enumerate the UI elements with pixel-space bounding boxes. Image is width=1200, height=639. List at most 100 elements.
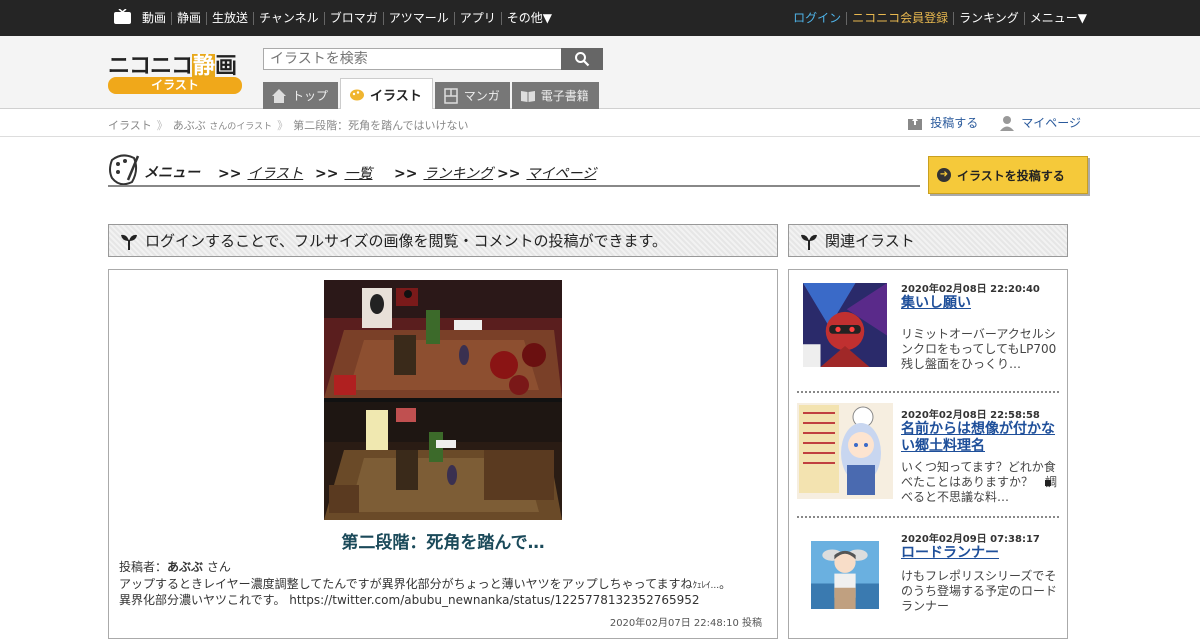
tab-top[interactable]: トップ (263, 82, 339, 109)
menu-link-ranking[interactable]: >> ランキング (394, 163, 493, 183)
related-illust-heading: 関連イラスト (788, 224, 1068, 257)
arrow-right-icon: ➜ (937, 168, 951, 182)
menu-divider (108, 185, 920, 187)
related-item[interactable]: 2020年02月09日 07:38:17 ロードランナー けもフレポリスシリーズ… (797, 527, 1059, 627)
tab-manga[interactable]: マンガ (434, 82, 510, 109)
service-links: 動画 静画 生放送 チャンネル ブロマガ アツマール アプリ その他▼ (137, 0, 557, 36)
post-link-label: 投稿する (930, 116, 979, 130)
search-box (263, 48, 603, 70)
related-title[interactable]: 名前からは想像が付かない郷土料理名 (901, 421, 1061, 455)
nav-blomaga[interactable]: ブロマガ (323, 11, 383, 25)
related-date: 2020年02月08日 22:58:58 (901, 410, 1040, 421)
tab-ebook[interactable]: 電子書籍 (511, 82, 599, 109)
login-link[interactable]: ログイン (788, 11, 846, 25)
menu-link-mypage[interactable]: >> マイページ (497, 163, 596, 183)
search-button[interactable] (561, 48, 603, 70)
description-line-1-end: 。 (719, 577, 732, 591)
logo-wordmark: ニコニコ静画 (108, 54, 237, 79)
related-illust-list: 2020年02月08日 22:20:40 集いし願い リミットオーバーアクセルシ… (788, 269, 1068, 639)
poster-info: 投稿者：あぶぶ さん (119, 558, 231, 575)
related-date: 2020年02月08日 22:20:40 (901, 284, 1040, 295)
sprout-icon (121, 234, 137, 250)
poster-name[interactable]: あぶぶ (167, 560, 203, 574)
search-input[interactable] (263, 48, 562, 70)
top-navigation-bar: 動画 静画 生放送 チャンネル ブロマガ アツマール アプリ その他▼ ログイン… (0, 0, 1200, 36)
breadcrumb-separator: 》 (277, 119, 289, 132)
login-notice-text: ログインすることで、フルサイズの画像を閲覧・コメントの投稿ができます。 (145, 232, 668, 250)
illust-title: 第二段階：死角を踏んで… (341, 533, 545, 553)
illust-image[interactable] (324, 280, 562, 520)
nav-app[interactable]: アプリ (453, 11, 501, 25)
related-thumbnail[interactable] (803, 277, 887, 373)
tab-top-label: トップ (292, 89, 329, 103)
user-actions: 投稿する マイページ (885, 114, 1081, 131)
niconico-tv-icon[interactable] (114, 9, 131, 24)
ranking-link[interactable]: ランキング (953, 11, 1024, 25)
breadcrumb: イラスト 》 あぶぶ さんのイラスト 》 第二段階：死角を踏んではいけない (108, 117, 469, 133)
register-link[interactable]: ニコニコ会員登録 (846, 11, 953, 25)
search-icon (575, 52, 590, 67)
mypage-link[interactable]: マイページ (1000, 114, 1081, 131)
related-divider (797, 391, 1059, 393)
palette-menu-icon (109, 154, 140, 186)
description-line-1: アップするときレイヤー濃度調整してたんですが異界化部分がちょっと薄いヤツをアップ… (119, 577, 693, 591)
nav-channel[interactable]: チャンネル (253, 11, 324, 25)
poster-label: 投稿者： (119, 560, 168, 574)
breadcrumb-user[interactable]: あぶぶ さんのイラスト (173, 117, 272, 133)
illust-menu: メニュー >> イラスト >> 一覧 >> ランキング >> マイページ (108, 150, 920, 190)
tab-ebook-label: 電子書籍 (540, 89, 589, 103)
breadcrumb-separator: 》 (156, 119, 168, 132)
poster-suffix: さん (203, 560, 231, 574)
user-icon (1000, 115, 1015, 131)
posted-timestamp: 2020年02月07日 22:48:10 投稿 (609, 618, 762, 629)
related-item[interactable]: 2020年02月08日 22:20:40 集いし願い リミットオーバーアクセルシ… (797, 277, 1059, 377)
nav-atsumaru[interactable]: アツマール (382, 11, 454, 25)
related-description: リミットオーバーアクセルシンクロをもってしてもLP700残し盤面をひっくり… (901, 327, 1057, 371)
menu-link-illust[interactable]: >> イラスト (218, 163, 303, 183)
description-line-2: 異界化部分濃いヤツこれです。 https://twitter.com/abubu… (119, 593, 700, 607)
upload-icon (908, 116, 923, 130)
account-links: ログイン ニコニコ会員登録 ランキング メニュー▼ (788, 0, 1092, 36)
related-date: 2020年02月09日 07:38:17 (901, 534, 1040, 545)
section-tabs: トップ イラスト マンガ 電子書籍 (263, 78, 601, 109)
related-thumbnail[interactable] (811, 527, 879, 623)
breadcrumb-root[interactable]: イラスト (108, 117, 152, 133)
menu-dropdown[interactable]: メニュー▼ (1023, 11, 1092, 25)
illust-detail: 第二段階：死角を踏んで… 投稿者：あぶぶ さん アップするときレイヤー濃度調整し… (108, 269, 778, 639)
comic-icon (444, 87, 458, 104)
related-title[interactable]: ロードランナー (901, 545, 1061, 562)
related-description: けもフレポリスシリーズでそのうち登場する予定のロードランナー (901, 569, 1058, 613)
nav-live[interactable]: 生放送 (206, 11, 253, 25)
post-illust-button-label: イラストを投稿する (957, 168, 1065, 183)
login-notice-heading: ログインすることで、フルサイズの画像を閲覧・コメントの投稿ができます。 (108, 224, 778, 257)
palette-icon (350, 89, 365, 101)
post-link[interactable]: 投稿する (907, 114, 978, 131)
overlay-marker (1045, 480, 1051, 486)
tab-manga-label: マンガ (463, 89, 500, 103)
seiga-logo[interactable]: ニコニコ静画 イラスト (108, 48, 242, 96)
logo-subtitle: イラスト (108, 77, 242, 94)
related-illust-heading-text: 関連イラスト (825, 232, 915, 250)
related-thumbnail[interactable] (797, 403, 893, 499)
post-illust-button[interactable]: ➜ イラストを投稿する (928, 156, 1088, 194)
tab-illust[interactable]: イラスト (340, 78, 433, 109)
related-description: いくつ知ってます？どれか食べたことはありますか？ 調べると不思議な料… (901, 460, 1058, 504)
site-header: ニコニコ静画 イラスト トップ イラスト マンガ 電子書籍 (0, 36, 1200, 109)
tab-illust-label: イラスト (370, 88, 422, 104)
menu-link-list[interactable]: >> 一覧 (315, 163, 372, 183)
mypage-link-label: マイページ (1021, 116, 1081, 130)
nav-douga[interactable]: 動画 (137, 11, 171, 25)
illust-description: アップするときレイヤー濃度調整してたんですが異界化部分がちょっと薄いヤツをアップ… (119, 577, 769, 607)
breadcrumb-current: 第二段階：死角を踏んではいけない (293, 119, 469, 132)
book-icon (520, 90, 535, 102)
nav-seiga[interactable]: 静画 (171, 11, 206, 25)
related-title[interactable]: 集いし願い (901, 295, 1061, 312)
description-small-text: ｸｪﾚｲ... (692, 581, 720, 591)
menu-title: メニュー (144, 165, 200, 181)
related-divider (797, 516, 1059, 518)
sprout-icon (801, 234, 817, 250)
house-icon (272, 88, 286, 103)
breadcrumb-bar: イラスト 》 あぶぶ さんのイラスト 》 第二段階：死角を踏んではいけない 投稿… (0, 110, 1200, 137)
related-item[interactable]: 2020年02月08日 22:58:58 名前からは想像が付かない郷土料理名 い… (797, 403, 1061, 504)
nav-other-dropdown[interactable]: その他▼ (500, 11, 557, 25)
